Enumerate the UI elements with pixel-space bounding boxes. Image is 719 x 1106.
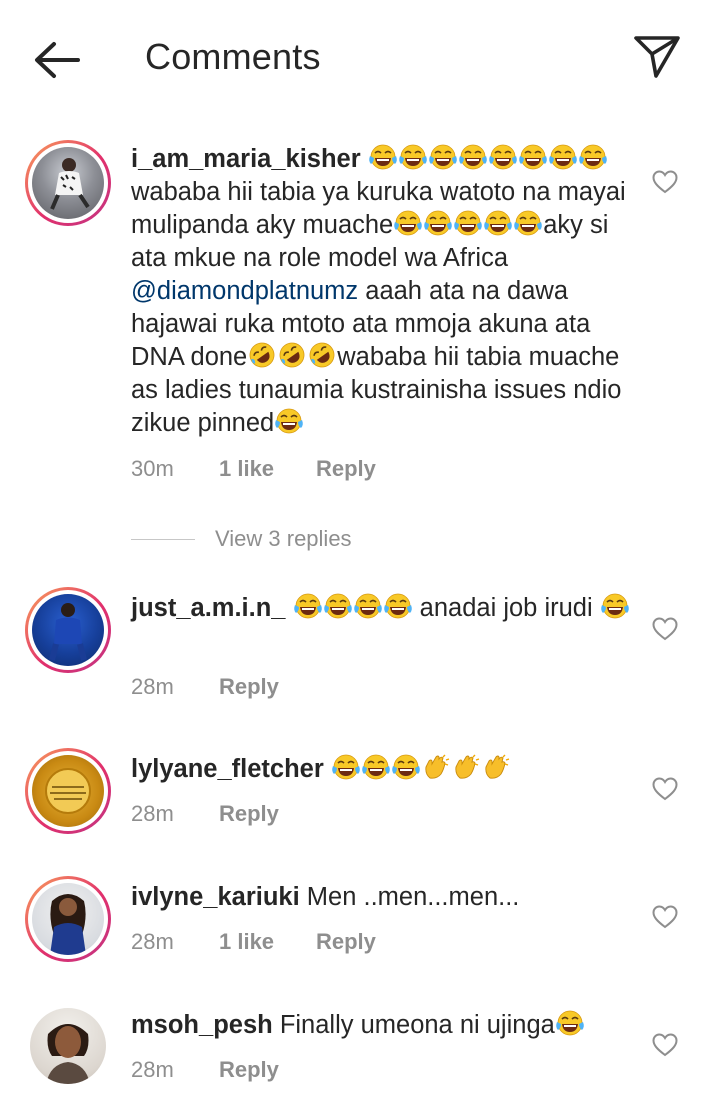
avatar [30,1008,106,1084]
back-button[interactable] [30,38,82,82]
comment-time: 30m [131,456,174,481]
clapping-hands-icon [481,754,511,780]
rofl-emoji-icon [307,342,337,368]
comment-time: 28m [131,1057,174,1082]
comment-meta: 28m Reply [131,1057,279,1083]
comment-body: anadai job irudi [419,594,593,622]
comment-text: i_am_maria_kisher wababa hii tabia ya ku… [131,143,631,443]
comment-body: Finally umeona ni ujinga [279,1011,555,1039]
comment-time: 28m [131,929,174,954]
avatar [32,755,104,827]
laughing-emoji-icon [555,1010,585,1036]
laughing-emoji-icon [331,754,361,780]
laughing-emoji-icon [391,754,421,780]
laughing-emoji-icon [578,144,608,170]
laughing-emoji-icon [453,210,483,236]
laughing-emoji-icon [513,210,543,236]
top-bar: Comments [0,0,719,118]
rofl-emoji-icon [247,342,277,368]
comment-username[interactable]: i_am_maria_kisher [131,145,361,173]
laughing-emoji-icon [600,593,630,619]
view-replies-button[interactable]: View 3 replies [131,524,352,554]
laughing-emoji-icon [323,593,353,619]
laughing-emoji-icon [398,144,428,170]
laughing-emoji-icon [423,210,453,236]
laughing-emoji-icon [353,593,383,619]
laughing-emoji-icon [383,593,413,619]
laughing-emoji-icon [393,210,423,236]
avatar [32,594,104,666]
avatar-ring[interactable] [30,1008,106,1084]
reply-button[interactable]: Reply [316,456,376,482]
heart-like-icon[interactable] [652,1033,678,1057]
comment-meta: 28m Reply [131,674,279,700]
rofl-emoji-icon [277,342,307,368]
avatar-story-ring[interactable] [25,748,111,834]
reply-button[interactable]: Reply [219,1057,279,1083]
comment-username[interactable]: msoh_pesh [131,1011,273,1039]
comment-meta: 28m 1 like Reply [131,929,376,955]
comment-body: Men ..men...men... [306,883,520,911]
page-title: Comments [145,36,321,77]
comment-text: ivlyne_kariuki Men ..men...men... [131,881,631,914]
comment-username[interactable]: lylyane_fletcher [131,755,324,783]
clapping-hands-icon [421,754,451,780]
heart-like-icon[interactable] [652,905,678,929]
avatar-story-ring[interactable] [25,876,111,962]
laughing-emoji-icon [274,408,304,434]
laughing-emoji-icon [483,210,513,236]
comment-text: msoh_pesh Finally umeona ni ujinga [131,1009,631,1042]
laughing-emoji-icon [458,144,488,170]
mention-link[interactable]: @diamondplatnumz [131,277,358,305]
heart-like-icon[interactable] [652,777,678,801]
avatar [32,147,104,219]
comment-text: lylyane_fletcher [131,753,631,786]
likes-count-link[interactable]: 1 like [219,929,316,955]
laughing-emoji-icon [361,754,391,780]
comment-username[interactable]: ivlyne_kariuki [131,883,300,911]
comment-meta: 30m 1 like Reply [131,456,376,482]
likes-count-link[interactable]: 1 like [219,456,316,482]
arrow-left-icon [35,42,80,78]
clapping-hands-icon [451,754,481,780]
reply-button[interactable]: Reply [219,674,279,700]
reply-button[interactable]: Reply [219,801,279,827]
avatar [32,883,104,955]
paper-plane-icon [634,36,680,78]
comment-time: 28m [131,674,174,699]
comment-meta: 28m Reply [131,801,279,827]
comment-text: just_a.m.i.n_ anadai job irudi [131,592,631,625]
avatar-story-ring[interactable] [25,587,111,673]
laughing-emoji-icon [488,144,518,170]
view-replies-label: View 3 replies [215,526,352,551]
laughing-emoji-icon [428,144,458,170]
reply-button[interactable]: Reply [316,929,376,955]
laughing-emoji-icon [518,144,548,170]
avatar-story-ring[interactable] [25,140,111,226]
laughing-emoji-icon [548,144,578,170]
heart-like-icon[interactable] [652,617,678,641]
replies-divider-line [131,538,195,540]
share-button[interactable] [632,34,682,80]
comment-time: 28m [131,801,174,826]
comment-username[interactable]: just_a.m.i.n_ [131,594,285,622]
heart-like-icon[interactable] [652,170,678,194]
laughing-emoji-icon [293,593,323,619]
laughing-emoji-icon [368,144,398,170]
